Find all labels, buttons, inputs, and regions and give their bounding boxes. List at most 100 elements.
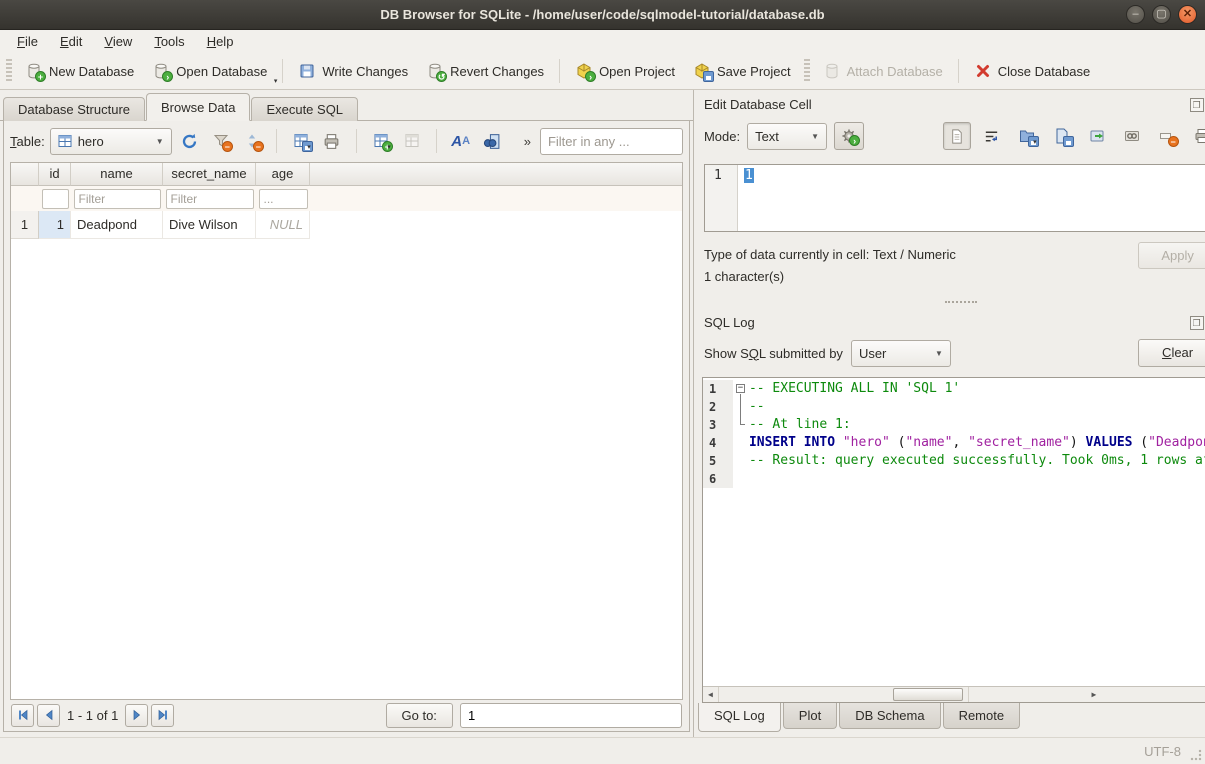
filter-input-id[interactable]: [42, 189, 69, 209]
previous-record-button[interactable]: [37, 704, 60, 727]
set-null-button[interactable]: −: [1153, 122, 1181, 150]
chevron-down-icon[interactable]: ▾: [274, 77, 278, 85]
scroll-left-icon[interactable]: ◀: [703, 687, 719, 702]
sql-log-line: 4INSERT INTO "hero" ("name", "secret_nam…: [703, 434, 1205, 452]
project-open-icon: ›: [575, 62, 593, 80]
mode-label: Mode:: [704, 129, 740, 144]
cell-secret-name[interactable]: Dive Wilson: [163, 211, 256, 239]
edit-display-format-button[interactable]: AA: [448, 128, 474, 154]
word-wrap-icon[interactable]: [978, 122, 1006, 150]
toolbar-grip[interactable]: [804, 59, 810, 83]
print-table-button[interactable]: [319, 128, 345, 154]
menu-tools[interactable]: Tools: [145, 32, 193, 51]
import-data-button[interactable]: ▾: [1013, 122, 1041, 150]
data-grid: id name secret_name age 1 1: [10, 162, 683, 700]
clear-button[interactable]: Clear: [1138, 339, 1205, 367]
text-document-icon[interactable]: [943, 122, 971, 150]
row-number[interactable]: 1: [11, 211, 39, 239]
grid-header-row: id name secret_name age: [11, 163, 682, 186]
menu-edit[interactable]: Edit: [51, 32, 91, 51]
cell-editor[interactable]: 1 1: [704, 164, 1205, 232]
filter-input-name[interactable]: [74, 189, 161, 209]
last-record-button[interactable]: [151, 704, 174, 727]
tab-sql-log[interactable]: SQL Log: [698, 703, 781, 732]
column-header-age[interactable]: age: [256, 163, 310, 186]
column-header-name[interactable]: name: [71, 163, 163, 186]
main-area: Database Structure Browse Data Execute S…: [0, 90, 1205, 737]
sql-log-title: SQL Log: [704, 315, 1186, 330]
link-cell-icon[interactable]: [1118, 122, 1146, 150]
maximize-icon[interactable]: ▢: [1152, 5, 1171, 24]
float-dock-icon[interactable]: ❐: [1190, 316, 1204, 330]
cell-editor-value: 1: [744, 168, 754, 183]
menu-file[interactable]: File: [8, 32, 47, 51]
open-in-external-button[interactable]: [1083, 122, 1111, 150]
edit-cell-toolbar: Mode: Text ▼ › ▾: [694, 116, 1205, 156]
print-cell-button[interactable]: [1188, 122, 1205, 150]
toolbar-grip[interactable]: [6, 59, 12, 83]
new-record-button[interactable]: +▾: [368, 128, 394, 154]
clear-filters-button[interactable]: −: [208, 128, 234, 154]
close-database-button[interactable]: Close Database: [965, 58, 1100, 84]
column-header-id[interactable]: id: [39, 163, 71, 186]
attach-database-button: Attach Database: [814, 58, 952, 84]
table-icon: [58, 134, 72, 148]
new-database-button[interactable]: + New Database: [16, 58, 143, 84]
browse-toolbar: Table: hero ▼ − −: [4, 121, 689, 161]
open-project-button[interactable]: › Open Project: [566, 58, 684, 84]
open-database-button[interactable]: › Open Database ▾: [143, 58, 276, 84]
dock-splitter[interactable]: [694, 296, 1205, 308]
first-record-button[interactable]: [11, 704, 34, 727]
filter-input-secret-name[interactable]: [166, 189, 254, 209]
cell-age[interactable]: NULL: [256, 211, 310, 239]
table-label: Table:: [10, 134, 45, 149]
menu-help[interactable]: Help: [198, 32, 243, 51]
export-data-button[interactable]: [1048, 122, 1076, 150]
tab-browse-data[interactable]: Browse Data: [146, 93, 250, 121]
submitted-by-select[interactable]: User ▼: [851, 340, 951, 367]
horizontal-scrollbar[interactable]: ◀ ▶: [703, 686, 1205, 702]
goto-input[interactable]: [460, 703, 682, 728]
grid-empty-area: [11, 239, 682, 699]
minimize-icon[interactable]: –: [1126, 5, 1145, 24]
save-project-button[interactable]: Save Project: [684, 58, 800, 84]
close-icon[interactable]: ✕: [1178, 5, 1197, 24]
main-toolbar: + New Database › Open Database ▾ Write C…: [0, 53, 1205, 90]
refresh-button[interactable]: [177, 128, 203, 154]
float-dock-icon[interactable]: ❐: [1190, 98, 1204, 112]
resize-grip[interactable]: [1190, 749, 1202, 761]
scroll-right-icon[interactable]: ▶: [968, 687, 1205, 702]
table-select[interactable]: hero ▼: [50, 128, 172, 155]
cell-id[interactable]: 1: [39, 211, 71, 239]
encoding-label: UTF-8: [1144, 744, 1181, 759]
project-save-icon: [693, 62, 711, 80]
tab-plot[interactable]: Plot: [783, 703, 837, 729]
goto-button[interactable]: Go to:: [386, 703, 453, 728]
tab-remote[interactable]: Remote: [943, 703, 1021, 729]
gear-icon: ›: [841, 128, 857, 144]
tab-execute-sql[interactable]: Execute SQL: [251, 97, 358, 121]
column-header-secret-name[interactable]: secret_name: [163, 163, 256, 186]
find-in-table-button[interactable]: [479, 128, 505, 154]
scrollbar-thumb[interactable]: [893, 688, 963, 701]
revert-changes-button[interactable]: ↺ Revert Changes: [417, 58, 553, 84]
write-changes-button[interactable]: Write Changes: [289, 58, 417, 84]
tab-db-schema[interactable]: DB Schema: [839, 703, 940, 729]
menu-view[interactable]: View: [95, 32, 141, 51]
sql-log-controls: Show SQL submitted by User ▼ Clear: [694, 334, 1205, 372]
filter-input-age[interactable]: [259, 189, 308, 209]
toolbar-separator: [958, 59, 959, 83]
toolbar-overflow-chevron[interactable]: »: [524, 134, 531, 149]
export-table-button[interactable]: ▾: [288, 128, 314, 154]
sql-log-editor[interactable]: 1−-- EXECUTING ALL IN 'SQL 1'2--3-- At l…: [702, 377, 1205, 703]
cell-name[interactable]: Deadpond: [71, 211, 163, 239]
auto-apply-button[interactable]: ›: [834, 122, 864, 150]
filter-any-input[interactable]: [540, 128, 683, 155]
menubar: File Edit View Tools Help: [0, 30, 1205, 53]
mode-select[interactable]: Text ▼: [747, 123, 827, 150]
next-record-button[interactable]: [125, 704, 148, 727]
tab-database-structure[interactable]: Database Structure: [3, 97, 145, 121]
clear-sorting-button[interactable]: −: [239, 128, 265, 154]
header-filler: [310, 163, 682, 186]
left-pane: Database Structure Browse Data Execute S…: [0, 90, 693, 737]
